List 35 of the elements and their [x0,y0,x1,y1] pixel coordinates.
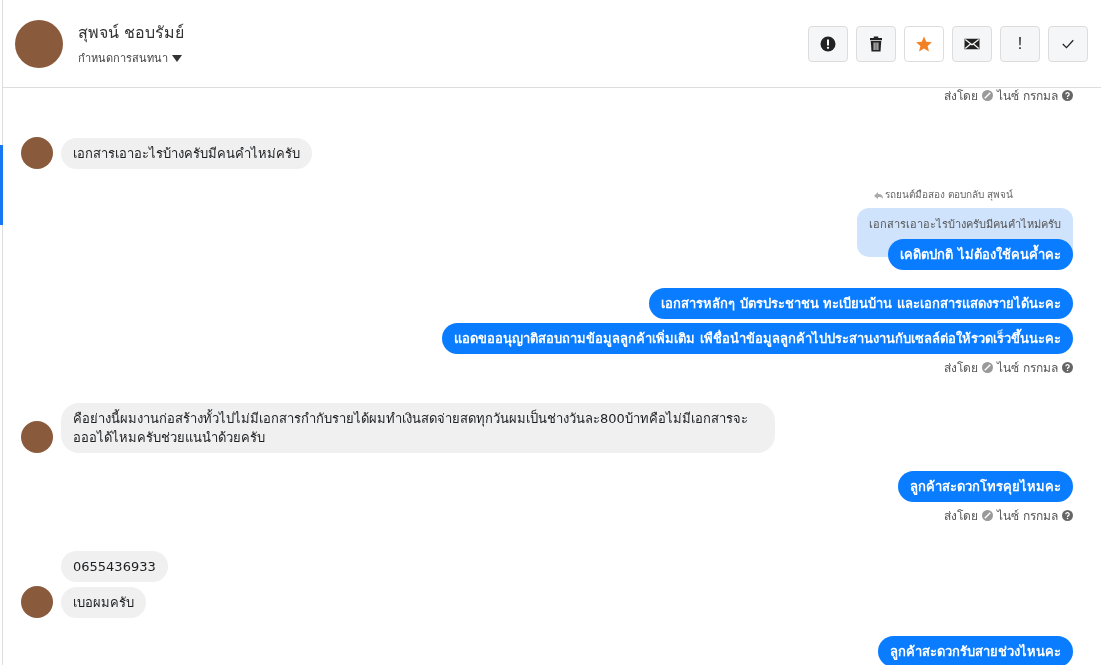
help-icon [1062,510,1073,521]
mail-button[interactable] [952,25,992,62]
verified-icon [982,362,994,373]
text-button[interactable]: ! [1000,25,1040,62]
help-icon [1062,90,1073,101]
sent-by-label: ส่งโดย [944,360,979,377]
verified-icon [982,510,994,521]
avatar [15,19,63,68]
reply-icon [873,190,883,199]
check-button[interactable] [1048,25,1088,62]
message-bubble: เอกสารเอาอะไรบ้างครับมีคนคำไหม่ครับ [61,138,312,169]
reply-label: รถยนต์มือสอง ตอบกลับ สุพจน์ [884,188,1013,202]
trash-button[interactable] [856,25,896,62]
message-bubble: เคดิตปกติ ไม่ต้องใช้คนค้ำคะ [888,239,1073,270]
star-button[interactable] [904,25,944,62]
message-bubble: ลูกค้าสะดวกรับสายช่วงไหนคะ [878,636,1073,665]
contact-name: สุพจน์ ชอบรัมย์ [78,22,186,45]
message-bubble: เอกสารหลักๆ บัตรประชาชน ทะเบียนบ้าน และเอกสารแสดงรายได้นะคะ [649,288,1073,319]
sent-by-label: ส่งโดย [944,508,979,525]
agent-name: ไนซ์ กรกมล [997,508,1058,525]
agent-name: ไนซ์ กรกมล [997,360,1058,377]
message-bubble: ลูกค้าสะดวกโทรคุยไหมคะ [898,471,1073,502]
message-bubble: เบอผมครับ [61,587,146,618]
message-bubble: 0655436933 [61,551,168,582]
verified-icon [982,90,994,101]
sent-by-label: ส่งโดย [944,88,979,105]
alert-button[interactable] [808,25,848,62]
agent-name: ไนซ์ กรกมล [997,88,1058,105]
message-bubble: แอดขออนุญาติสอบถามข้อมูลลูกค้าเพิ่มเติม เพืชื่อนำข้อมูลลูกค้าไปประสานงานกับเซลล์ต่อให้รวดเร็วขึ้นนะคะ [442,323,1073,354]
conversation-menu[interactable]: กำหนดการสนทนา [78,49,182,67]
help-icon [1062,362,1073,373]
trash-icon [867,34,885,53]
message-bubble: คือย่างนี้ผมงานก่อสร้างทั้วไปไม่มีเอกสารกำกับรายได้ผมทำเงินสดจ่ายสดทุกวันผมเป็นช่างวันละ800บ้าทคือไม่มีเอกสารจะอออได้ไหมครับช่วยแนนำด้วยครับ [61,403,775,453]
caret-icon [172,54,182,62]
alert-icon [819,34,837,53]
